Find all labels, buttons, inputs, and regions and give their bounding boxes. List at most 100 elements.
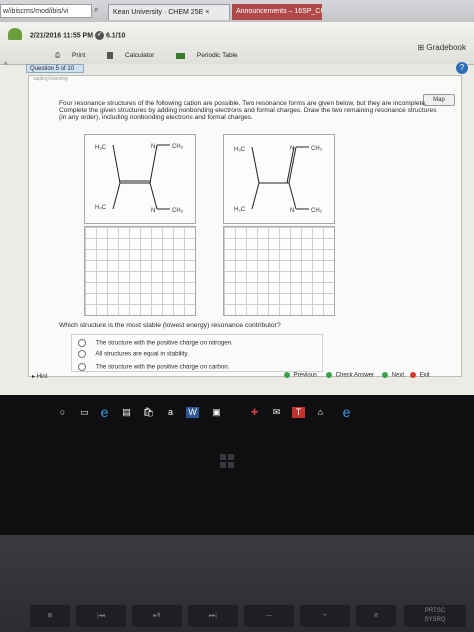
label-ch3-top: CH₃ [172,144,184,150]
exit-label: Exit [419,372,430,379]
windows-logo-icon [220,454,234,468]
label-h3c-top: H₃C [234,147,246,153]
home-icon[interactable]: ⌂ [314,407,327,418]
photos-icon[interactable]: ▣ [210,407,223,418]
answer-option-3[interactable]: The structure with the positive charge o… [78,363,229,371]
hint-label: Hint [36,374,48,380]
key-prev-track: |◂◂ [76,605,126,627]
radio-button[interactable] [78,363,86,371]
help-icon[interactable]: ? [456,62,468,74]
search-icon[interactable]: ○ [56,407,69,418]
score-value: 6.1/10 [105,32,126,40]
store-icon[interactable]: 🛍 [142,407,155,418]
toolbar: ⎙ Print Calculator Periodic Table [55,52,258,60]
previous-arrow-icon [284,372,290,378]
check-icon [326,372,332,378]
search-icon[interactable]: ⌕ [94,5,98,15]
calculator-label: Calculator [125,52,155,60]
periodic-table-label: Periodic Table [196,52,238,60]
app-icon[interactable]: ✚ [248,407,261,418]
date-time: 2/21/2016 11:55 PM [30,32,94,40]
resonance-structure-2: H₃C CH₃ H₃C CH₃ N N [234,146,323,214]
drawing-canvas-2[interactable] [223,226,335,316]
sapling-brand: sapling learning [33,76,69,82]
answer-option-1[interactable]: The structure with the positive charge o… [78,339,233,347]
gradebook-link[interactable]: ⊞ Gradebook [417,43,466,52]
key-volume-up: + [300,605,350,627]
answer-option-2[interactable]: All structures are equal in stability. [78,350,189,358]
exit-button[interactable]: Exit [410,372,430,379]
answer-label: The structure with the positive charge o… [95,339,233,347]
edge-icon[interactable]: e [98,405,111,419]
address-bar[interactable]: w/ibiscms/mod/ibis/vi [0,4,92,18]
score-icon: ✓ [95,31,105,40]
structure-panel-2[interactable]: H₃C CH₃ H₃C CH₃ N N [223,134,335,224]
next-arrow-icon [382,372,388,378]
radio-button[interactable] [78,339,86,347]
key-play-pause: ▸/ǁ [132,605,182,627]
print-button[interactable]: ⎙ Print [55,52,97,59]
check-answer-label: Check Answer [335,372,375,379]
answer-label: All structures are equal in stability. [95,350,189,358]
label-h3c-top: H₃C [95,145,107,151]
label-ch3-bottom: CH₃ [172,208,184,214]
question-nav-bar [26,64,466,74]
structure-panel-1[interactable]: H₃C CH₃ H₃C CH₃ N N [84,134,196,224]
stability-question: Which structure is the most stable (lowe… [59,322,281,329]
key-prtsc-label: PRTSC [424,608,446,614]
question-counter[interactable]: Question 5 of 10 [26,64,84,73]
label-h3c-bottom: H₃C [234,207,246,213]
amazon-icon[interactable]: a [164,407,177,418]
laptop-bezel [0,425,474,535]
answer-options: The structure with the positive charge o… [71,334,323,372]
printer-icon: ⎙ [55,52,61,60]
key-mute: ⊘ [356,605,396,627]
question-content: sapling learning Map Four resonance stru… [28,75,462,377]
exit-icon [410,372,416,378]
previous-button[interactable]: Previous [284,372,317,379]
next-button[interactable]: Next [382,372,404,379]
label-n-top: N [290,146,294,152]
mail-icon[interactable]: ✉ [270,407,283,418]
label-h3c-bottom: H₃C [95,205,107,211]
assignment-header: 2/21/2016 11:55 PM ✓ 6.1/10 ⊞ Gradebook … [0,22,474,65]
gradebook-icon: ⊞ [417,43,425,52]
tab-announcements[interactable]: Announcements – 16SP_CHE... [232,4,322,20]
periodic-table-icon [176,52,186,59]
windows-taskbar [0,395,474,425]
assignment-status: 2/21/2016 11:55 PM ✓ 6.1/10 [30,31,125,40]
hint-toggle[interactable]: ▸ Hint [32,373,47,380]
browser-tab-bar: w/ibiscms/mod/ibis/vi ⌕ Kean University … [0,0,474,23]
label-n-bottom: N [290,208,294,214]
answer-label: The structure with the positive charge o… [95,363,230,371]
word-icon[interactable]: W [186,407,199,418]
ie-icon[interactable]: e [340,405,353,419]
calculator-icon [107,52,114,59]
next-label: Next [391,372,405,379]
radio-button[interactable] [78,350,86,358]
task-view-icon[interactable]: ▭ [78,407,91,418]
laptop-screen: w/ibiscms/mod/ibis/vi ⌕ Kean University … [0,0,474,395]
previous-label: Previous [293,372,318,379]
calculator-button[interactable]: Calculator [107,52,166,59]
print-label: Print [72,52,86,60]
tumblr-icon[interactable]: T [292,407,305,418]
periodic-table-button[interactable]: Periodic Table [176,52,248,59]
key-prtsc: PRTSC SYSRQ [404,605,466,627]
sapling-logo-icon [8,28,22,40]
key-sysrq-label: SYSRQ [424,617,446,623]
check-answer-button[interactable]: Check Answer [326,372,374,379]
label-n-bottom: N [151,208,155,214]
label-ch3-bottom: CH₃ [311,208,323,214]
question-instructions: Four resonance structures of the followi… [59,100,437,122]
file-explorer-icon[interactable]: ▤ [120,407,133,418]
gradebook-label: Gradebook [426,43,466,52]
drawing-canvas-1[interactable] [84,226,196,316]
tab-kean-chem[interactable]: Kean University · CHEM 25E × [108,4,230,20]
collapse-chevron-icon[interactable]: ^ [4,62,7,69]
label-n-top: N [151,144,155,150]
resonance-structure-1: H₃C CH₃ H₃C CH₃ N N [95,144,184,214]
key-f6: ⊞ [30,605,70,627]
key-next-track: ▸▸| [188,605,238,627]
key-volume-down: — [244,605,294,627]
